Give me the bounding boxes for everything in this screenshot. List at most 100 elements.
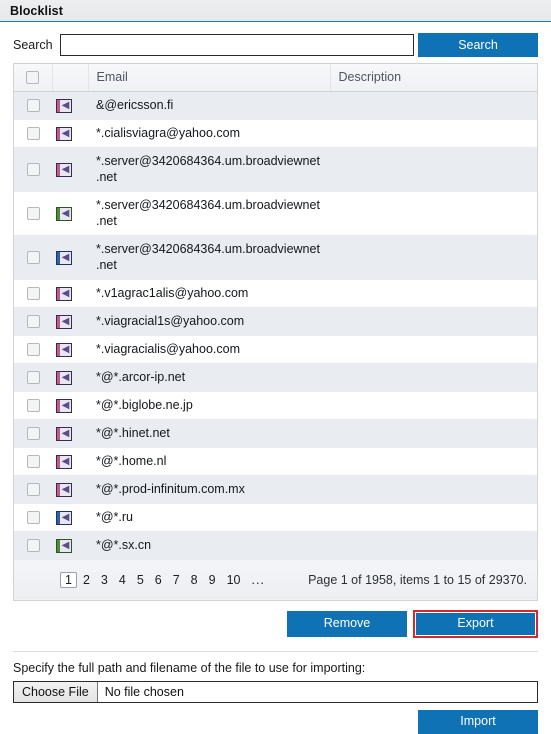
- row-select-cell: [14, 363, 52, 392]
- row-description-cell: [330, 235, 537, 280]
- row-email-cell: *@*.biglobe.ne.jp: [88, 391, 330, 420]
- row-checkbox[interactable]: [26, 455, 40, 469]
- pagination-page-9[interactable]: 9: [204, 572, 221, 588]
- table-row[interactable]: ◀ *.viagracialis@yahoo.com: [14, 335, 537, 364]
- table-row[interactable]: ◀ *@*.prod-infinitum.com.mx: [14, 475, 537, 504]
- row-checkbox[interactable]: [26, 427, 40, 441]
- row-icon-cell: ◀: [52, 531, 88, 560]
- left-arrow-glyph: ◀: [61, 207, 70, 219]
- row-description-cell: [330, 279, 537, 308]
- row-checkbox[interactable]: [26, 127, 40, 141]
- left-arrow-glyph: ◀: [61, 315, 70, 327]
- table-row[interactable]: ◀ *@*.ru: [14, 503, 537, 532]
- row-description-cell: [330, 307, 537, 336]
- search-input[interactable]: [59, 34, 414, 56]
- table-header: Email Description: [14, 64, 537, 92]
- pagination-page-2[interactable]: 2: [78, 572, 95, 588]
- column-header-icon: [52, 64, 89, 92]
- row-checkbox[interactable]: [26, 287, 40, 301]
- left-arrow-glyph: ◀: [61, 511, 70, 523]
- table-row[interactable]: ◀ &@ericsson.fi: [14, 91, 537, 120]
- column-header-email[interactable]: Email: [88, 64, 331, 92]
- left-arrow-glyph: ◀: [61, 455, 70, 467]
- row-checkbox[interactable]: [26, 315, 40, 329]
- row-select-cell: [14, 419, 52, 448]
- pagination-page-5[interactable]: 5: [132, 572, 149, 588]
- row-email-cell: *.server@3420684364.um.broadviewnet.net: [88, 147, 330, 192]
- row-icon-cell: ◀: [52, 447, 88, 476]
- row-checkbox[interactable]: [26, 251, 40, 265]
- row-email-cell: *@*.sx.cn: [88, 531, 330, 560]
- pagination-page-10[interactable]: 10: [222, 572, 246, 588]
- file-picker[interactable]: Choose File No file chosen: [13, 680, 538, 703]
- row-icon-cell: ◀: [52, 307, 88, 336]
- pagination-page-8[interactable]: 8: [186, 572, 203, 588]
- row-email-cell: *.server@3420684364.um.broadviewnet.net: [88, 235, 330, 280]
- row-description-cell: [330, 503, 537, 532]
- row-description-cell: [330, 475, 537, 504]
- row-icon-cell: ◀: [52, 419, 88, 448]
- blocklist-table: Email Description ◀ &@ericsson.fi ◀ *.ciali…: [14, 64, 537, 600]
- row-checkbox[interactable]: [26, 371, 40, 385]
- row-select-cell: [14, 531, 52, 560]
- blocklist-arrow-icon: ◀: [56, 538, 72, 553]
- table-row[interactable]: ◀ *@*.biglobe.ne.jp: [14, 391, 537, 420]
- table-row[interactable]: ◀ *.viagracial1s@yahoo.com: [14, 307, 537, 336]
- row-checkbox[interactable]: [26, 207, 40, 221]
- search-label: Search: [13, 38, 53, 52]
- pagination-page-3[interactable]: 3: [96, 572, 113, 588]
- row-checkbox[interactable]: [26, 99, 40, 113]
- table-row[interactable]: ◀ *.v1agrac1alis@yahoo.com: [14, 279, 537, 308]
- left-arrow-glyph: ◀: [61, 343, 70, 355]
- row-email-cell: &@ericsson.fi: [88, 91, 330, 120]
- import-button[interactable]: Import: [418, 709, 538, 734]
- row-description-cell: [330, 91, 537, 120]
- pagination-page-6[interactable]: 6: [150, 572, 167, 588]
- left-arrow-glyph: ◀: [61, 483, 70, 495]
- export-button[interactable]: Export: [416, 612, 535, 635]
- column-header-description[interactable]: Description: [330, 64, 537, 92]
- column-header-select-all: [14, 64, 53, 92]
- table-body: ◀ &@ericsson.fi ◀ *.cialisviagra@yahoo.com ◀…: [14, 91, 537, 560]
- row-checkbox[interactable]: [26, 483, 40, 497]
- search-button[interactable]: Search: [418, 33, 538, 57]
- blocklist-arrow-icon: ◀: [56, 206, 72, 221]
- remove-button[interactable]: Remove: [287, 610, 407, 637]
- row-email-cell: *@*.ru: [88, 503, 330, 532]
- pagination-page-4[interactable]: 4: [114, 572, 131, 588]
- table-row[interactable]: ◀ *.server@3420684364.um.broadviewnet.net: [14, 191, 537, 236]
- table-row[interactable]: ◀ *.cialisviagra@yahoo.com: [14, 119, 537, 148]
- table-row[interactable]: ◀ *@*.home.nl: [14, 447, 537, 476]
- import-actions: Import: [13, 709, 538, 734]
- row-select-cell: [14, 119, 52, 148]
- table-row[interactable]: ◀ *@*.arcor-ip.net: [14, 363, 537, 392]
- pagination-page-7[interactable]: 7: [168, 572, 185, 588]
- choose-file-button[interactable]: Choose File: [14, 681, 98, 702]
- table-row[interactable]: ◀ *@*.hinet.net: [14, 419, 537, 448]
- table-header-row: Email Description: [14, 64, 537, 92]
- table-row[interactable]: ◀ *.server@3420684364.um.broadviewnet.net: [14, 235, 537, 280]
- blocklist-arrow-icon: ◀: [56, 454, 72, 469]
- blocklist-arrow-icon: ◀: [56, 482, 72, 497]
- import-instruction: Specify the full path and filename of th…: [13, 660, 366, 675]
- row-checkbox[interactable]: [26, 163, 40, 177]
- row-checkbox[interactable]: [26, 399, 40, 413]
- table-row[interactable]: ◀ *@*.sx.cn: [14, 531, 537, 560]
- left-arrow-glyph: ◀: [61, 127, 70, 139]
- pagination: 1 2 3 4 5 6 7 8 9 10... Page 1 of 1958, items 1 t…: [60, 571, 529, 588]
- row-checkbox[interactable]: [26, 511, 40, 525]
- select-all-checkbox[interactable]: [26, 71, 40, 85]
- blocklist-arrow-icon: ◀: [56, 342, 72, 357]
- row-select-cell: [14, 391, 52, 420]
- row-checkbox[interactable]: [26, 343, 40, 357]
- left-arrow-glyph: ◀: [61, 163, 70, 175]
- left-arrow-glyph: ◀: [61, 427, 70, 439]
- pagination-ellipsis: ...: [251, 572, 265, 587]
- pagination-page-1[interactable]: 1: [60, 571, 77, 588]
- row-checkbox[interactable]: [26, 539, 40, 553]
- table-row[interactable]: ◀ *.server@3420684364.um.broadviewnet.net: [14, 147, 537, 192]
- row-email-cell: *@*.arcor-ip.net: [88, 363, 330, 392]
- row-email-cell: *@*.home.nl: [88, 447, 330, 476]
- blocklist-arrow-icon: ◀: [56, 250, 72, 265]
- row-select-cell: [14, 503, 52, 532]
